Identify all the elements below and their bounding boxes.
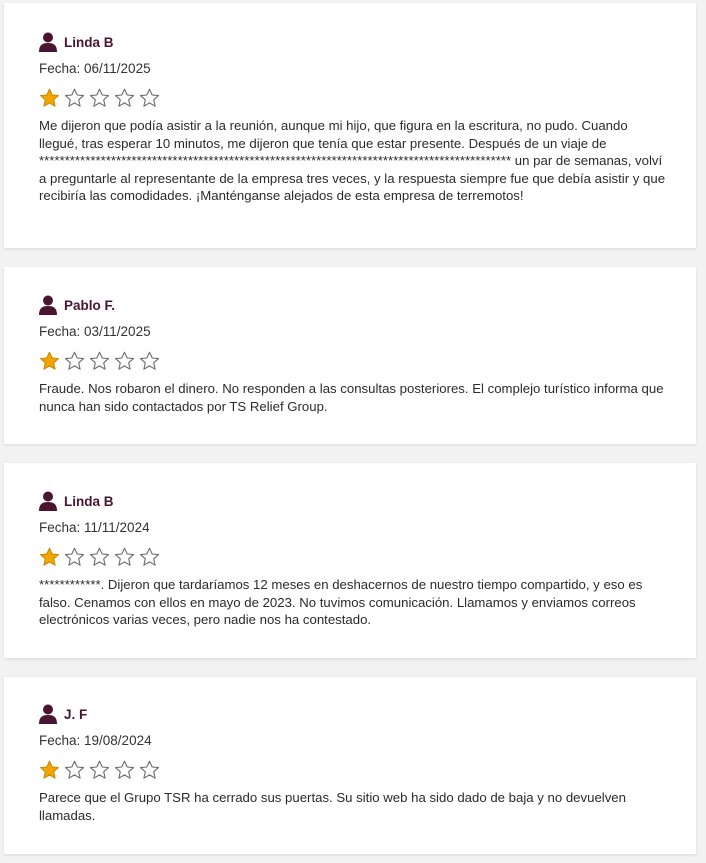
- star-empty-icon: [64, 88, 85, 107]
- review-text: ************. Dijeron que tardaríamos 12…: [39, 577, 643, 627]
- star-empty-icon: [64, 760, 85, 779]
- star-empty-icon: [114, 351, 135, 370]
- star-empty-icon: [139, 760, 160, 779]
- star-rating: [39, 760, 668, 780]
- author-row: J. F: [39, 704, 668, 724]
- author-name: Pablo F.: [64, 297, 116, 313]
- star-empty-icon: [64, 547, 85, 566]
- star-empty-icon: [114, 88, 135, 107]
- review-card: Linda B Fecha: 06/11/2025 Me dijeron que…: [4, 3, 696, 248]
- review-text: Parece que el Grupo TSR ha cerrado sus p…: [39, 790, 626, 823]
- review-text: Fraude. Nos robaron el dinero. No respon…: [39, 381, 664, 414]
- star-filled-icon: [40, 760, 59, 779]
- star-empty-icon: [64, 351, 85, 370]
- star-filled-icon: [40, 88, 59, 107]
- star-empty-icon: [114, 760, 135, 779]
- star-rating: [39, 547, 668, 567]
- star-empty-icon: [139, 88, 160, 107]
- star-empty-icon: [114, 547, 135, 566]
- star-empty-icon: [89, 351, 110, 370]
- author-name: Linda B: [64, 493, 114, 509]
- review-date: Fecha: 03/11/2025: [39, 324, 151, 339]
- star-empty-icon: [139, 547, 160, 566]
- star-filled-icon: [40, 547, 59, 566]
- star-rating: [39, 88, 668, 108]
- review-card: Pablo F. Fecha: 03/11/2025 Fraude. Nos r…: [4, 267, 696, 444]
- user-icon: [39, 704, 57, 724]
- author-name: Linda B: [64, 34, 114, 50]
- review-card: J. F Fecha: 19/08/2024 Parece que el Gru…: [4, 677, 696, 854]
- user-icon: [39, 295, 57, 315]
- author-row: Linda B: [39, 32, 668, 52]
- star-empty-icon: [89, 88, 110, 107]
- star-empty-icon: [89, 760, 110, 779]
- author-name: J. F: [64, 706, 88, 722]
- review-date: Fecha: 19/08/2024: [39, 733, 152, 748]
- star-rating: [39, 351, 668, 371]
- star-empty-icon: [89, 547, 110, 566]
- user-icon: [39, 491, 57, 511]
- author-row: Pablo F.: [39, 295, 668, 315]
- author-row: Linda B: [39, 491, 668, 511]
- star-filled-icon: [40, 351, 59, 370]
- review-card: Linda B Fecha: 11/11/2024 ************. …: [4, 463, 696, 658]
- user-icon: [39, 32, 57, 52]
- review-date: Fecha: 06/11/2025: [39, 61, 151, 76]
- review-date: Fecha: 11/11/2024: [39, 520, 150, 535]
- review-text: Me dijeron que podía asistir a la reunió…: [39, 118, 666, 203]
- star-empty-icon: [139, 351, 160, 370]
